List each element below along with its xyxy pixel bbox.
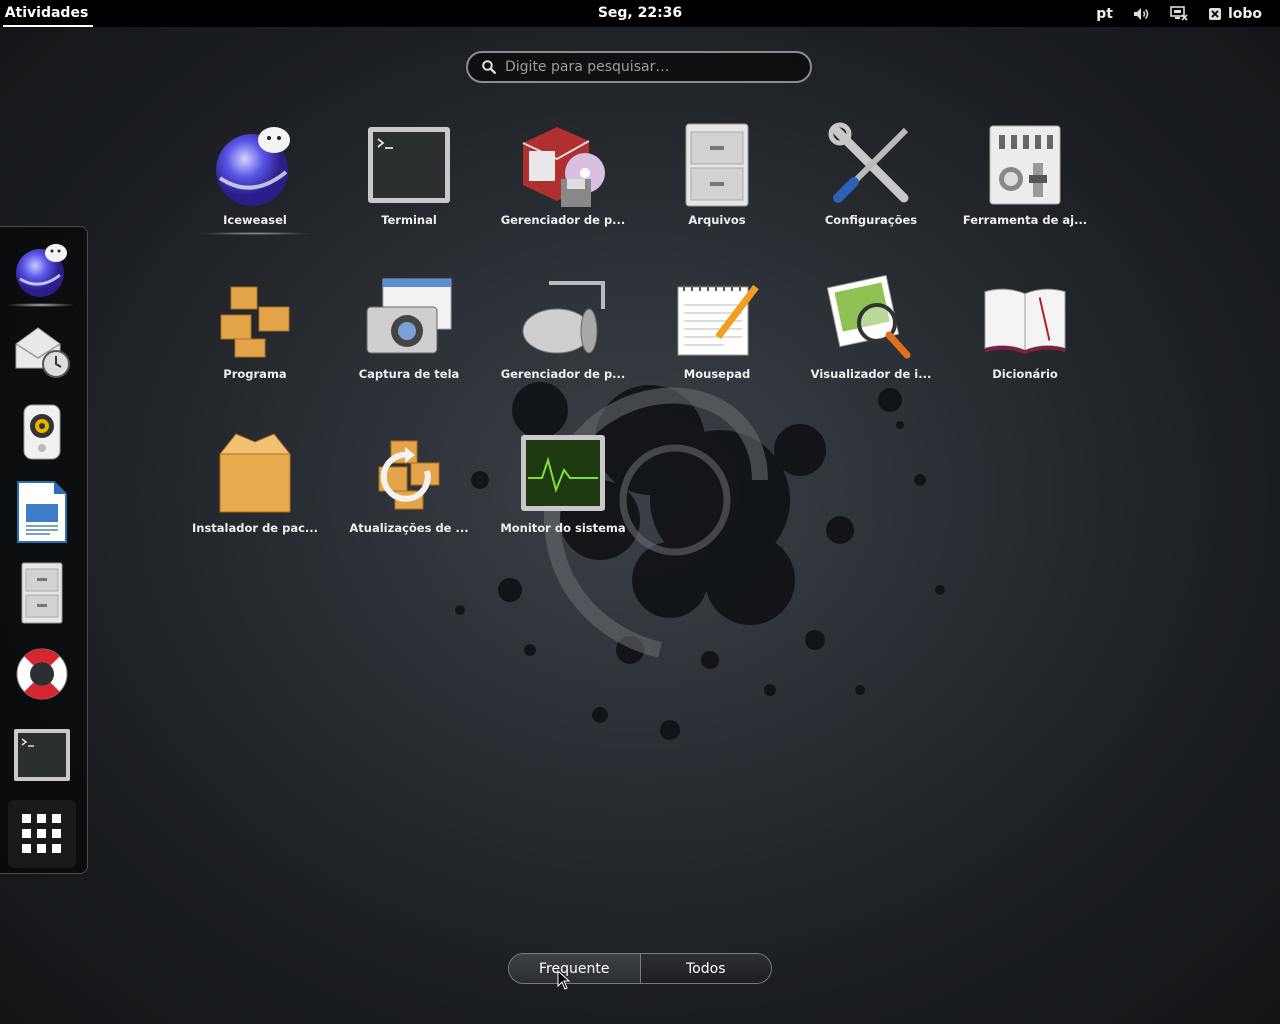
system-tray: pt lobo bbox=[1086, 0, 1272, 27]
user-status-icon bbox=[1208, 7, 1221, 20]
search-placeholder: Digite para pesquisar… bbox=[505, 59, 670, 75]
app-label: Mousepad bbox=[683, 367, 751, 381]
user-menu[interactable]: lobo bbox=[1198, 0, 1272, 27]
dash-item-rhythmbox[interactable] bbox=[8, 397, 76, 465]
boxes-icon bbox=[220, 286, 290, 358]
mouse-pointer-icon bbox=[557, 970, 571, 990]
activities-label: Atividades bbox=[4, 5, 89, 21]
app-label: Gerenciador de p... bbox=[500, 213, 626, 227]
dash-item-writer[interactable] bbox=[8, 478, 76, 546]
keyboard-layout-indicator[interactable]: pt bbox=[1086, 0, 1123, 27]
activities-button[interactable]: Atividades bbox=[0, 0, 93, 27]
package-manager-icon bbox=[522, 127, 605, 207]
app-updates[interactable]: Atualizações de ... bbox=[344, 425, 474, 545]
app-iceweasel[interactable]: Iceweasel bbox=[190, 117, 320, 237]
image-viewer-icon bbox=[827, 275, 911, 359]
app-label: Dicionário bbox=[992, 367, 1058, 381]
app-system-monitor[interactable]: Monitor do sistema bbox=[498, 425, 628, 545]
app-label: Configurações bbox=[824, 213, 918, 227]
tools-icon bbox=[828, 122, 909, 203]
clock-label[interactable]: Seg, 22:36 bbox=[598, 5, 682, 21]
app-settings[interactable]: Configurações bbox=[806, 117, 936, 237]
book-icon bbox=[984, 288, 1066, 355]
apps-grid-icon bbox=[22, 814, 61, 853]
frequent-tab[interactable]: Frequente bbox=[509, 954, 640, 983]
all-tab[interactable]: Todos bbox=[639, 954, 771, 983]
mail-clock-icon bbox=[15, 327, 70, 378]
iceweasel-icon bbox=[216, 127, 290, 206]
dash-item-help[interactable] bbox=[8, 640, 76, 708]
app-dictionary[interactable]: Dicionário bbox=[960, 271, 1090, 391]
dash-item-files[interactable] bbox=[8, 559, 76, 627]
activities-underline bbox=[3, 25, 93, 27]
lifebuoy-icon bbox=[16, 648, 68, 700]
file-cabinet-icon bbox=[685, 123, 749, 207]
wallpaper-debian-swirl bbox=[455, 382, 945, 740]
app-disk-manager[interactable]: Gerenciador de p... bbox=[498, 271, 628, 391]
app-screenshot[interactable]: Captura de tela bbox=[344, 271, 474, 391]
frequent-label: Frequente bbox=[539, 960, 610, 977]
app-label: Ferramenta de aj... bbox=[962, 213, 1088, 227]
box-icon bbox=[219, 433, 291, 513]
file-cabinet-icon bbox=[21, 562, 63, 624]
app-label: Gerenciador de p... bbox=[500, 367, 626, 381]
volume-menu[interactable] bbox=[1123, 0, 1160, 27]
app-files[interactable]: Arquivos bbox=[652, 117, 782, 237]
app-label: Captura de tela bbox=[358, 367, 460, 381]
app-tweak-tool[interactable]: Ferramenta de aj... bbox=[960, 117, 1090, 237]
network-menu[interactable] bbox=[1160, 0, 1198, 27]
app-label: Instalador de pac... bbox=[191, 521, 319, 535]
update-icon bbox=[378, 440, 440, 510]
app-terminal[interactable]: Terminal bbox=[344, 117, 474, 237]
dash-item-terminal[interactable] bbox=[8, 721, 76, 789]
top-panel: Atividades Seg, 22:36 pt lobo bbox=[0, 0, 1280, 27]
user-name: lobo bbox=[1227, 5, 1262, 22]
keyboard-layout-label: pt bbox=[1096, 5, 1113, 22]
volume-icon bbox=[1133, 7, 1149, 20]
dash-item-iceweasel[interactable] bbox=[8, 235, 76, 303]
system-monitor-icon bbox=[521, 435, 605, 511]
network-disconnected-icon bbox=[1170, 6, 1188, 21]
dash bbox=[0, 226, 88, 874]
app-label: Monitor do sistema bbox=[500, 521, 626, 535]
app-label: Arquivos bbox=[688, 213, 746, 227]
iceweasel-icon bbox=[16, 244, 67, 297]
dash-item-mail[interactable] bbox=[8, 316, 76, 384]
camera-icon bbox=[366, 278, 452, 354]
app-label: Iceweasel bbox=[223, 213, 287, 227]
terminal-icon bbox=[14, 729, 70, 781]
dash-running-indicator bbox=[6, 303, 76, 307]
app-package-manager[interactable]: Gerenciador de p... bbox=[498, 117, 628, 237]
search-icon bbox=[482, 60, 496, 74]
search-entry[interactable]: Digite para pesquisar… bbox=[466, 51, 812, 83]
roller-icon bbox=[522, 281, 605, 354]
view-toggle: Frequente Todos bbox=[508, 953, 772, 984]
app-label: Terminal bbox=[381, 213, 437, 227]
app-image-viewer[interactable]: Visualizador de i... bbox=[806, 271, 936, 391]
app-label: Visualizador de i... bbox=[810, 367, 932, 381]
writer-document-icon bbox=[17, 481, 67, 543]
terminal-icon bbox=[368, 127, 450, 203]
all-label: Todos bbox=[686, 960, 726, 977]
show-applications-button[interactable] bbox=[8, 800, 76, 868]
app-label: Programa bbox=[223, 367, 287, 381]
speaker-icon bbox=[23, 404, 61, 460]
app-package-installer[interactable]: Instalador de pac... bbox=[190, 425, 320, 545]
mixer-icon bbox=[989, 125, 1061, 205]
app-label: Atualizações de ... bbox=[349, 521, 469, 535]
app-mousepad[interactable]: Mousepad bbox=[652, 271, 782, 391]
notepad-icon bbox=[677, 284, 759, 356]
app-programa[interactable]: Programa bbox=[190, 271, 320, 391]
